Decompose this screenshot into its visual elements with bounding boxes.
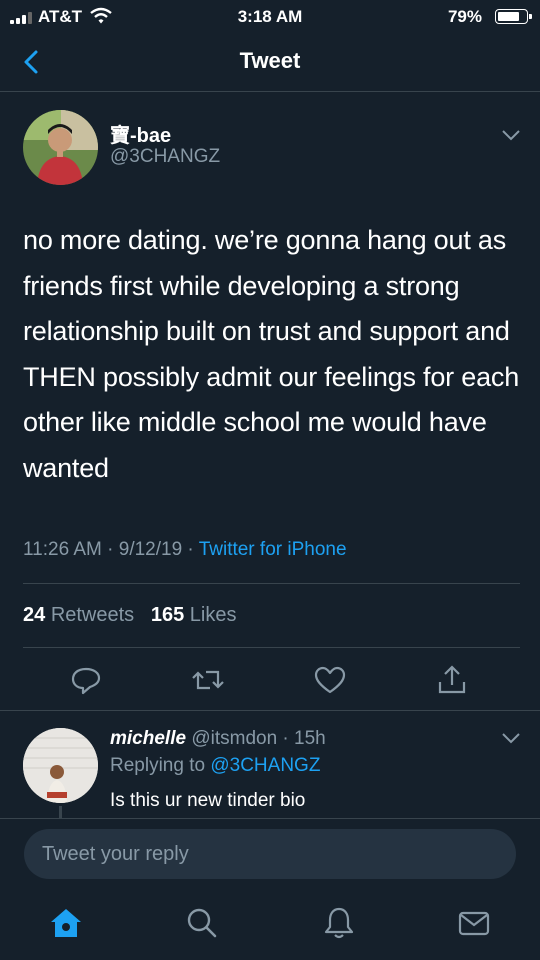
thread-connector [59, 806, 62, 818]
author-avatar[interactable] [23, 110, 98, 185]
replying-to-label: Replying to [110, 755, 211, 776]
battery-percentage: 79% [447, 7, 482, 26]
chevron-down-icon[interactable] [500, 731, 522, 745]
tweet-text: no more dating. we’re gonna hang out as … [23, 225, 520, 483]
reply-author-handle-time: @itsmdon · 15h [186, 728, 326, 749]
like-icon[interactable] [312, 662, 348, 698]
engagement-counts: 24 Retweets 165 Likes [23, 604, 237, 627]
reply-input[interactable]: Tweet your reply [24, 829, 516, 879]
reply-author-avatar[interactable] [23, 728, 98, 803]
search-icon[interactable] [184, 905, 220, 941]
reply-author-name[interactable]: michelle [110, 728, 186, 749]
author-name[interactable]: 寶-bae [110, 119, 171, 148]
reply-header: michelle @itsmdon · 15h [110, 728, 326, 750]
tweet-source-link[interactable]: Twitter for iPhone [199, 539, 347, 560]
replying-to: Replying to @3CHANGZ [110, 755, 320, 777]
battery-icon [495, 9, 532, 24]
chevron-down-icon[interactable] [500, 128, 522, 142]
messages-icon[interactable] [456, 905, 492, 941]
tweet-timestamp: 11:26 AM · 9/12/19 · [23, 539, 199, 560]
likes-stat[interactable]: 165 Likes [151, 604, 237, 626]
retweets-count: 24 [23, 604, 46, 626]
retweets-label: Retweets [50, 604, 135, 626]
reply-text: Is this ur new tinder bio [110, 790, 306, 811]
author-handle[interactable]: @3CHANGZ [110, 146, 220, 168]
navigation-bar: Tweet [0, 34, 540, 92]
likes-count: 165 [150, 604, 185, 626]
retweets-stat[interactable]: 24 Retweets [23, 604, 134, 626]
tweet-meta: 11:26 AM · 9/12/19 · Twitter for iPhone [23, 539, 347, 561]
share-icon[interactable] [434, 662, 470, 698]
home-icon[interactable] [48, 905, 84, 941]
reply-icon[interactable] [68, 662, 104, 698]
divider [23, 583, 520, 584]
notifications-icon[interactable] [321, 905, 357, 941]
retweet-icon[interactable] [190, 662, 226, 698]
replying-to-handle[interactable]: @3CHANGZ [210, 755, 320, 776]
divider [0, 710, 540, 711]
likes-label: Likes [189, 604, 237, 626]
page-title: Tweet [239, 48, 301, 73]
divider [23, 647, 520, 648]
status-bar: AT&T 3:18 AM 79% [0, 0, 540, 34]
